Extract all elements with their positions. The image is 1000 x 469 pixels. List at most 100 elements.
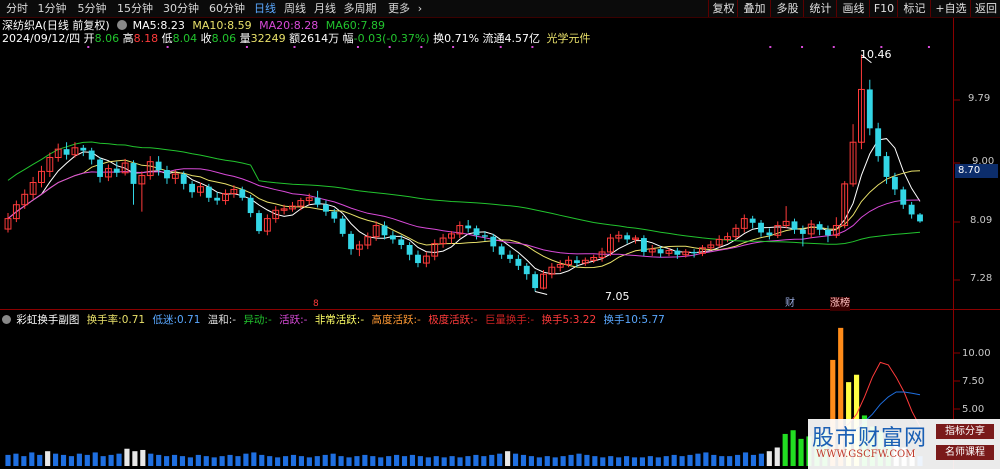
- vol-label: 量: [239, 32, 251, 45]
- candle: [389, 231, 396, 244]
- gear-circle-icon[interactable]: [117, 20, 128, 30]
- candle-body: [866, 89, 873, 129]
- candle: [740, 214, 748, 233]
- turnover-bar: [243, 453, 249, 466]
- amt-value: 2614万: [300, 32, 340, 45]
- tool-button-4[interactable]: 画线: [836, 0, 870, 17]
- tool-button-8[interactable]: 返回: [970, 0, 1000, 17]
- candle: [774, 221, 782, 239]
- event-dot: [927, 46, 930, 48]
- concept-tag[interactable]: 光学元件: [547, 32, 591, 45]
- period-tab-7[interactable]: 周线: [280, 1, 310, 16]
- tool-button-6[interactable]: 标记: [897, 0, 931, 17]
- tool-button-5[interactable]: F10: [869, 0, 898, 17]
- candle-body: [130, 163, 137, 184]
- period-tab-4[interactable]: 30分钟: [158, 1, 204, 16]
- tool-button-0[interactable]: 复权: [708, 0, 738, 17]
- candle: [849, 124, 857, 187]
- candle: [724, 232, 731, 243]
- vol-value: 32249: [250, 32, 286, 45]
- candle-body: [239, 189, 246, 198]
- candle: [448, 231, 455, 244]
- price-tick-1: 9.79: [968, 93, 991, 104]
- candle-body: [825, 229, 831, 236]
- period-tab-8[interactable]: 月线: [310, 1, 340, 16]
- open-label: 开: [83, 32, 95, 45]
- turnover-bar: [60, 454, 67, 466]
- turnover-bar: [76, 453, 82, 466]
- indicator-name[interactable]: 彩虹换手副图: [16, 314, 79, 326]
- candle: [222, 189, 229, 205]
- candle-body: [205, 186, 212, 198]
- candle: [715, 235, 723, 248]
- indicator-settings-icon[interactable]: [2, 315, 11, 324]
- turnover-bar: [267, 456, 273, 466]
- tool-button-3[interactable]: 统计: [803, 0, 837, 17]
- event-dot: [832, 46, 835, 48]
- candle-body: [314, 197, 321, 205]
- turnover-bar: [639, 457, 646, 466]
- sub-extreme-label: 极度活跃:: [428, 314, 474, 326]
- turnover-bar: [394, 454, 400, 466]
- turnover-bar: [425, 457, 431, 466]
- tool-button-2[interactable]: 多股: [770, 0, 804, 17]
- turnover-bar: [306, 457, 312, 466]
- sub-very-label: 非常活跃:: [314, 314, 361, 326]
- period-tab-6[interactable]: 日线: [250, 1, 280, 16]
- turnover-bar: [290, 454, 297, 466]
- period-tab-9[interactable]: 多周期: [340, 1, 380, 16]
- turnover-bar: [108, 454, 114, 466]
- period-tab-10[interactable]: 更多: [380, 1, 418, 16]
- price-tick-3: 8.09: [970, 215, 993, 226]
- tool-button-7[interactable]: +自选: [930, 0, 971, 17]
- close-value: 8.06: [211, 32, 237, 45]
- turnover-bar: [679, 456, 685, 466]
- turnover-bar: [45, 451, 51, 466]
- candle: [80, 145, 87, 157]
- candle-body: [164, 170, 170, 179]
- turnover-bar: [314, 456, 320, 466]
- sub-low-value: 0.71: [177, 314, 201, 326]
- limit-up-tag[interactable]: 涨榜: [830, 297, 850, 311]
- event-dot: [356, 46, 359, 48]
- turnover-bar: [798, 438, 804, 466]
- period-tab-2[interactable]: 5分钟: [72, 1, 112, 16]
- stock-name[interactable]: 深纺织A: [2, 19, 43, 32]
- ma5-line: [7, 138, 921, 275]
- ma20-value: 8.28: [293, 19, 319, 32]
- turnover-bar: [719, 456, 725, 466]
- sub-huge-value: -: [530, 314, 535, 326]
- sub-active-value: -: [303, 314, 308, 326]
- candle: [490, 233, 497, 252]
- candle: [498, 243, 505, 259]
- finance-tag[interactable]: 财: [785, 297, 795, 311]
- period-tab-5[interactable]: 60分钟: [204, 1, 250, 16]
- candle: [732, 224, 740, 240]
- turnover-bar: [5, 454, 11, 466]
- period-tab-0[interactable]: 分时: [2, 1, 32, 16]
- candle-body: [766, 232, 773, 236]
- candle: [473, 225, 480, 240]
- candle-body: [389, 235, 396, 240]
- candle-body: [507, 254, 513, 259]
- ma5-value: 8.23: [160, 19, 185, 32]
- candle: [456, 221, 464, 239]
- turnover-bar: [592, 456, 598, 466]
- turnover-bar: [164, 456, 170, 466]
- kline-chart[interactable]: [0, 0, 1000, 469]
- candle: [749, 215, 756, 229]
- small-event-tag[interactable]: 8: [313, 297, 319, 311]
- turnover-bar: [92, 452, 98, 466]
- turnover-bar: [417, 456, 423, 466]
- more-chevron-icon[interactable]: ›: [414, 1, 426, 16]
- turnover-bar: [378, 457, 384, 466]
- turnover-bar: [346, 457, 352, 466]
- sub-t10-value: 5.77: [641, 314, 665, 326]
- period-tab-3[interactable]: 15分钟: [112, 1, 158, 16]
- turnover-bar: [140, 449, 146, 466]
- candle: [214, 192, 221, 205]
- turnover-bar: [195, 454, 201, 466]
- period-tab-1[interactable]: 1分钟: [32, 1, 72, 16]
- tool-button-1[interactable]: 叠加: [737, 0, 771, 17]
- turnover-bar: [409, 454, 416, 466]
